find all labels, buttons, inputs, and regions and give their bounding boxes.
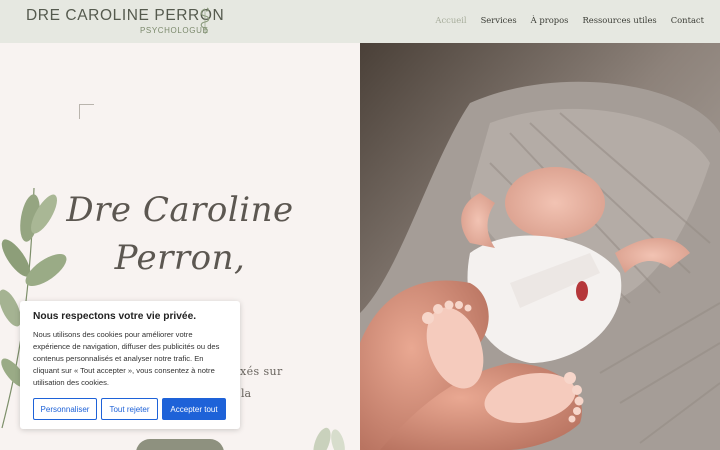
customize-button[interactable]: Personnaliser [33, 398, 97, 420]
cookie-text: Nous utilisons des cookies pour améliore… [33, 330, 220, 387]
hero-title-line2: Perron, [114, 238, 246, 278]
hero-cta-button[interactable] [136, 439, 224, 450]
cookie-consent-banner: Nous respectons votre vie privée. Nous u… [20, 301, 240, 429]
nav-accueil[interactable]: Accueil [435, 15, 466, 25]
main-nav: Accueil Services À propos Ressources uti… [435, 15, 704, 25]
logo-name: DRE CAROLINE PERRON [26, 7, 225, 24]
hero-photo [360, 43, 720, 450]
nav-ressources-utiles[interactable]: Ressources utiles [582, 15, 656, 25]
hero-text-fragment-1: xés sur [240, 365, 283, 378]
hero-title: Dre Caroline Perron, [60, 186, 300, 282]
accept-all-button[interactable]: Accepter tout [162, 398, 226, 420]
newborn-photo-icon [360, 43, 720, 450]
caduceus-icon [200, 7, 210, 34]
hero-text-fragment-2: la [241, 387, 252, 400]
nav-contact[interactable]: Contact [671, 15, 704, 25]
nav-a-propos[interactable]: À propos [531, 15, 569, 25]
reject-all-button[interactable]: Tout rejeter [101, 398, 158, 420]
cookie-title: Nous respectons votre vie privée. [33, 311, 197, 322]
site-header: DRE CAROLINE PERRON PSYCHOLOGUE Accueil … [0, 0, 720, 43]
site-logo[interactable]: DRE CAROLINE PERRON PSYCHOLOGUE [26, 7, 225, 35]
leaf-decoration-icon [313, 427, 345, 450]
nav-services[interactable]: Services [481, 15, 517, 25]
corner-decoration [79, 104, 94, 119]
cookie-buttons: Personnaliser Tout rejeter Accepter tout [33, 398, 226, 420]
hero-title-line1: Dre Caroline [66, 190, 294, 230]
